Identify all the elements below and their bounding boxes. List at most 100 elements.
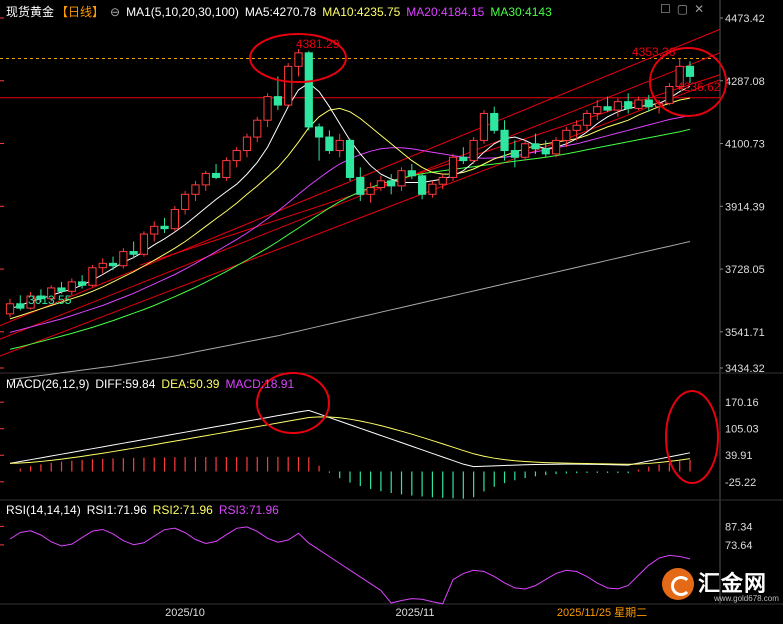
rsi2-value: RSI2:71.96 (152, 503, 213, 517)
candle-body (582, 112, 592, 126)
candle-body (273, 96, 282, 106)
dea-value: DEA:50.39 (161, 377, 220, 391)
candle-body (222, 160, 231, 178)
candle-body (253, 119, 262, 138)
candle-body (201, 172, 210, 186)
candle-body (490, 112, 499, 131)
price-tick-label: 4100.73 (725, 139, 765, 151)
candle-body (181, 193, 190, 210)
candle-body (603, 106, 612, 111)
candle-body (624, 101, 633, 109)
candle-body (613, 101, 622, 111)
candle-body (150, 225, 159, 235)
macd-tick-label: 105.03 (725, 424, 759, 436)
candle-body (448, 156, 458, 178)
rsi-tick-label: 73.64 (725, 540, 753, 552)
candle-body (294, 52, 303, 67)
x-axis-label: 2025/11/25 星期二 (557, 606, 647, 619)
candle-body (644, 99, 653, 108)
candle-body (479, 112, 489, 141)
x-axis-label: 2025/10 (165, 607, 205, 619)
macd-config-label: MACD(26,12,9) (6, 377, 90, 391)
candle-body (129, 251, 138, 255)
ma5-value: MA5:4270.78 (244, 5, 317, 19)
macd-value: MACD:18.91 (225, 377, 295, 391)
gold678-logo-icon (662, 568, 694, 600)
annotation-low: 3613.55 (28, 293, 72, 307)
rsi1-value: RSI1:71.96 (86, 503, 147, 517)
candle-body (139, 233, 149, 255)
candle-body (108, 262, 118, 267)
candle-body (376, 180, 386, 189)
close-icon[interactable]: ✕ (694, 2, 710, 16)
rsi-tick-label: 87.34 (725, 521, 753, 533)
macd-tick-label: -25.22 (725, 477, 756, 489)
symbol-label: 现货黄金 (6, 5, 55, 19)
candle-body (170, 208, 179, 230)
annotation-high: 4381.29 (296, 37, 340, 51)
candle-body (469, 139, 478, 162)
restore-icon[interactable]: ▢ (677, 2, 694, 16)
diff-value: DIFF:59.84 (95, 377, 156, 391)
candle-body (541, 148, 550, 155)
dea-line (9, 416, 691, 465)
ma100-line (9, 241, 691, 381)
candle-body (232, 150, 241, 162)
rsi-config-label: RSI(14,14,14) (6, 503, 81, 517)
candle-body (160, 225, 169, 230)
candle-body (345, 139, 355, 178)
period-label: 【日线】 (56, 5, 105, 19)
candle-body (284, 65, 293, 106)
candle-body (356, 176, 365, 195)
macd-header: MACD(26,12,9) DIFF:59.84 DEA:50.39 MACD:18.… (6, 377, 300, 391)
ma30-value: MA30:4143 (490, 5, 552, 19)
candle-body (521, 143, 530, 158)
candle-body (387, 180, 396, 187)
candle-body (407, 170, 416, 177)
price-tick-label: 4287.08 (725, 76, 765, 88)
candle-body (665, 86, 674, 104)
rsi3-value: RSI3:71.96 (218, 503, 279, 517)
candle-body (211, 172, 221, 178)
candle-body (593, 106, 602, 114)
highlight-circle (665, 390, 719, 484)
candle-body (119, 251, 128, 267)
macd-tick-label: 170.16 (725, 397, 759, 409)
candle-body (397, 170, 406, 187)
candle-body (67, 281, 76, 292)
candle-body (88, 267, 97, 286)
candle-body (335, 139, 344, 152)
candle-body (263, 96, 272, 121)
candle-body (428, 183, 437, 195)
ma10-value: MA10:4235.75 (322, 5, 401, 19)
price-tick-label: 3728.05 (725, 264, 765, 276)
candle-body (78, 281, 87, 286)
price-tick-label: 4473.42 (725, 13, 765, 25)
candle-body (510, 150, 519, 158)
kline-chart[interactable]: 4473.42 4287.08 4100.73 3914.39 3728.05 3541.… (0, 0, 783, 624)
trendline (0, 79, 721, 357)
zoom-icon[interactable]: ⊖ (110, 5, 120, 19)
candle-body (314, 126, 324, 138)
rsi-line (9, 526, 691, 605)
window-controls[interactable]: ☐▢✕ (660, 2, 710, 16)
price-tick-label: 3914.39 (725, 201, 765, 213)
candle-body (242, 136, 252, 152)
candle-body (418, 175, 427, 195)
candle-body (366, 187, 375, 195)
candle-body (500, 129, 509, 152)
rsi-header: RSI(14,14,14) RSI1:71.96 RSI2:71.96 RSI3:71… (6, 503, 285, 517)
ma-config-label: MA1(5,10,20,30,100) (126, 5, 239, 19)
price-tick-label: 3541.71 (725, 327, 765, 339)
candle-body (191, 184, 200, 195)
price-tick-label: 3434.32 (725, 363, 765, 375)
candle-body (98, 262, 107, 269)
candle-body (562, 129, 571, 141)
ma20-value: MA20:4184.15 (406, 5, 485, 19)
candle-body (572, 124, 581, 131)
candle-body (57, 287, 66, 292)
settings-icon[interactable]: ☐ (660, 2, 677, 16)
candle-body (325, 136, 334, 152)
candle-body (5, 303, 15, 315)
candle-body (459, 156, 468, 162)
